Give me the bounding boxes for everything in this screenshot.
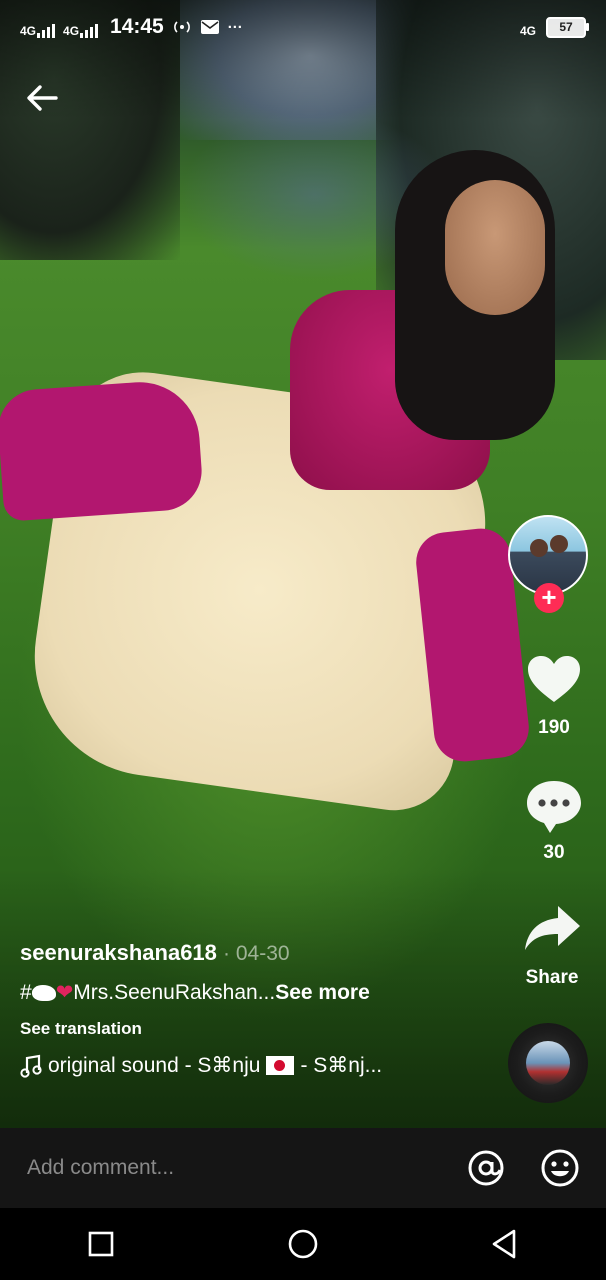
signal-bars-icon <box>37 24 56 38</box>
like-count: 190 <box>538 717 570 738</box>
sound-tail: - S⌘nj... <box>300 1054 383 1077</box>
author-username[interactable]: seenurakshana618 <box>20 940 217 965</box>
comment-count: 30 <box>543 842 565 863</box>
sound-line[interactable]: original sound - S⌘nju - S⌘nj... <box>20 1053 490 1078</box>
network-type-2: 4G <box>63 24 80 38</box>
square-icon[interactable] <box>81 1224 121 1264</box>
at-sign-icon[interactable] <box>464 1146 508 1190</box>
see-translation-link[interactable]: See translation <box>20 1019 490 1039</box>
share-arrow-icon[interactable] <box>522 900 582 960</box>
music-note-icon <box>20 1054 42 1078</box>
signal-bars-icon <box>80 24 99 38</box>
triangle-back-icon[interactable] <box>485 1224 525 1264</box>
network-type-1: 4G <box>20 24 37 38</box>
author-line: seenurakshana618 · 04-30 <box>20 940 490 966</box>
comment-bubble-icon[interactable] <box>524 775 584 835</box>
arrow-left-icon[interactable] <box>22 78 62 118</box>
comment-bar: Add comment... <box>0 1128 606 1208</box>
status-left: 4G 4G 14:45 ··· <box>20 15 243 39</box>
signal-1: 4G <box>20 16 56 38</box>
signal-2: 4G <box>63 16 99 38</box>
see-more-link[interactable]: See more <box>275 981 370 1004</box>
dove-emoji-icon <box>31 985 56 1002</box>
comment-button[interactable]: 30 <box>510 775 598 864</box>
like-button[interactable]: 190 <box>510 650 598 739</box>
sound-disc-cover <box>526 1041 570 1085</box>
post-description[interactable]: # ❤Mrs.SeenuRakshan...See more <box>20 980 490 1005</box>
video-dress-pink <box>0 378 205 522</box>
circle-icon[interactable] <box>283 1224 323 1264</box>
caption-text: Mrs.SeenuRakshan... <box>73 981 276 1004</box>
share-button[interactable]: Share <box>508 900 596 989</box>
add-comment-input[interactable]: Add comment... <box>27 1156 434 1180</box>
creator-avatar-wrap[interactable]: + <box>508 515 592 613</box>
status-more-icon: ··· <box>227 18 243 36</box>
hotspot-icon <box>173 21 190 33</box>
post-date: · 04-30 <box>223 942 290 965</box>
system-nav-bar <box>0 1208 606 1280</box>
action-rail: + 190 30 Share <box>496 0 606 1128</box>
follow-button[interactable]: + <box>534 583 564 613</box>
emoji-icon[interactable] <box>538 1146 582 1190</box>
share-label: Share <box>525 967 579 988</box>
mail-icon <box>200 20 219 34</box>
japan-flag-icon <box>266 1056 295 1075</box>
caption-area: seenurakshana618 · 04-30 # ❤Mrs.SeenuRaks… <box>20 940 490 1078</box>
heart-icon[interactable] <box>524 650 584 710</box>
hearts-emoji-icon: ❤ <box>55 981 74 1004</box>
sound-disc[interactable] <box>508 1023 588 1103</box>
hashtag-prefix: # <box>20 981 32 1004</box>
sound-label: original sound - S⌘nju <box>48 1054 261 1077</box>
status-time: 14:45 <box>110 15 164 38</box>
